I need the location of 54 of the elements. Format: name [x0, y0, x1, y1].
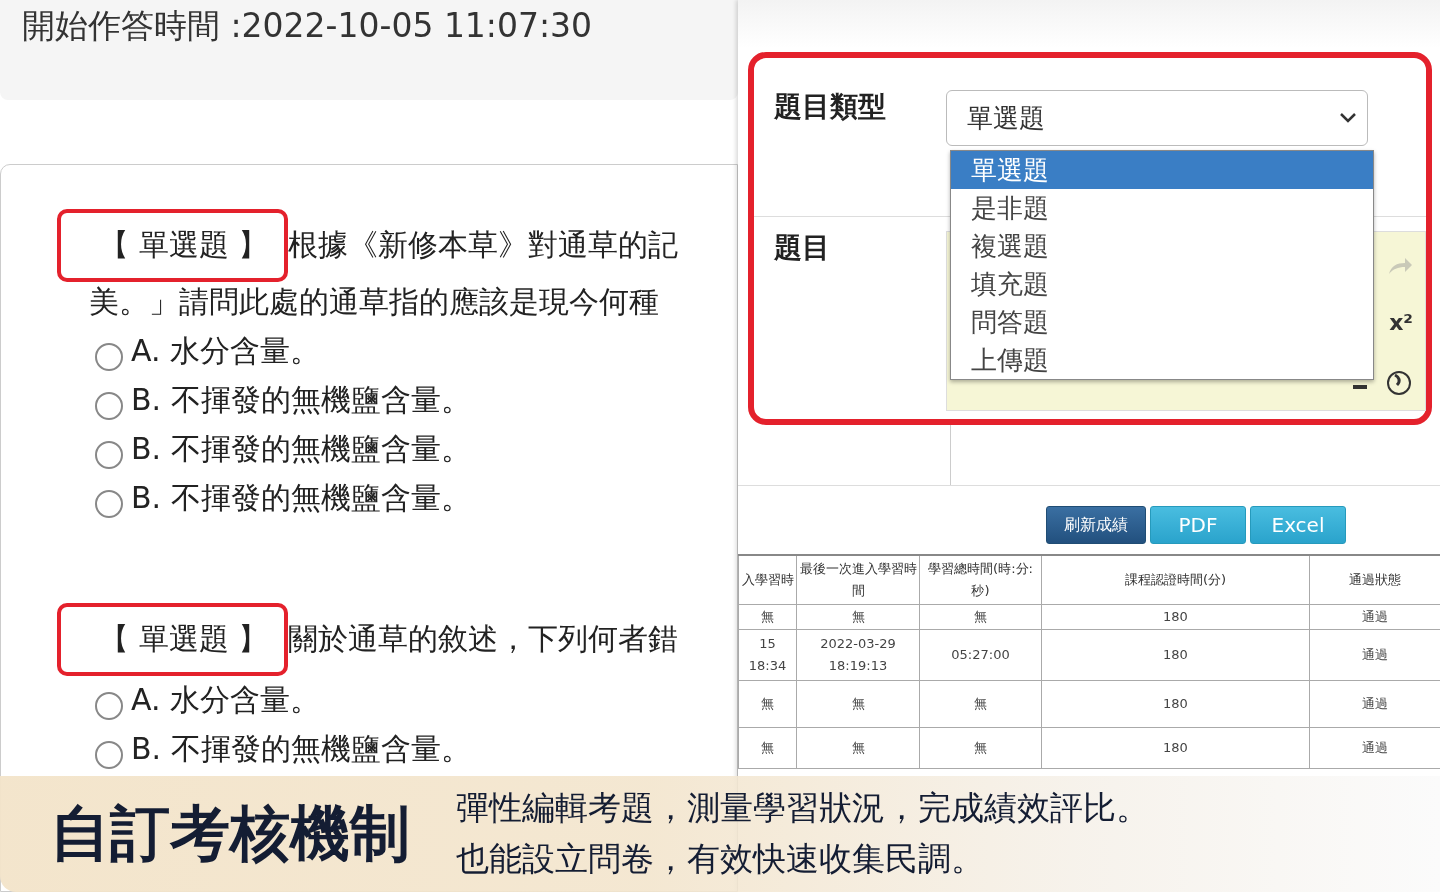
option-label: B. 不揮發的無機鹽含量。 — [131, 479, 471, 517]
radio-button[interactable] — [95, 489, 123, 518]
option-label: B. 不揮發的無機鹽含量。 — [131, 730, 471, 768]
banner-text: 彈性編輯考題，測量學習狀況，完成績效評比。 — [456, 787, 1149, 829]
export-button[interactable]: 刷新成績 — [1046, 506, 1146, 544]
option-label: B. 不揮發的無機鹽含量。 — [131, 381, 471, 419]
column-header: 課程認證時間(分) — [1041, 555, 1310, 605]
start-time-text: 開始作答時間 :2022-10-05 11:07:30 — [22, 5, 594, 47]
option-label: A. 水分含量。 — [131, 681, 321, 719]
radio-button[interactable] — [95, 440, 123, 469]
radio-button[interactable] — [95, 740, 123, 769]
radio-button[interactable] — [95, 342, 123, 371]
question-text: 關於通草的敘述，下列何者錯 — [288, 620, 679, 658]
column-header: 學習總時間(時:分:秒) — [919, 555, 1042, 605]
dropdown-option[interactable]: 問答題 — [951, 303, 1373, 341]
table-cell: 05:27:00 — [919, 629, 1042, 681]
chevron-down-icon — [1339, 112, 1357, 124]
question-type-label: 題目類型 — [774, 89, 887, 125]
table-cell: 2022-03-29 18:19:13 — [796, 629, 920, 681]
table-cell: 180 — [1041, 680, 1310, 728]
column-header: 通過狀態 — [1309, 555, 1440, 605]
dropdown-option[interactable]: 上傳題 — [951, 341, 1373, 379]
table-cell: 無 — [919, 680, 1042, 728]
table-cell: 無 — [796, 604, 920, 630]
question-type-select[interactable]: 單選題 — [946, 90, 1368, 146]
table-cell: 無 — [738, 604, 797, 630]
table-cell: 無 — [919, 604, 1042, 630]
question-type-tag: 【 單選題 】 — [57, 603, 289, 676]
table-cell: 15 18:34 — [738, 629, 797, 681]
banner-title: 自訂考核機制 — [50, 796, 410, 870]
table-cell: 無 — [796, 680, 920, 728]
banner-text: 也能設立問卷，有效快速收集民調。 — [456, 838, 985, 880]
radio-button[interactable] — [95, 691, 123, 720]
question-text: 美。」請問此處的通草指的應該是現今何種 — [88, 283, 660, 321]
question-label: 題目 — [774, 230, 831, 266]
column-header: 入學習時 — [738, 555, 797, 605]
radio-button[interactable] — [95, 391, 123, 420]
table-cell: 180 — [1041, 604, 1310, 630]
column-header: 最後一次進入學習時間 — [796, 555, 920, 605]
table-cell: 無 — [919, 727, 1042, 769]
table-cell: 無 — [738, 727, 797, 769]
superscript-tool[interactable]: x² — [1389, 310, 1413, 335]
table-cell: 180 — [1041, 629, 1310, 681]
option-label: B. 不揮發的無機鹽含量。 — [131, 430, 471, 468]
dropdown-option[interactable]: 單選題 — [951, 151, 1373, 189]
table-cell: 180 — [1041, 727, 1310, 769]
dropdown-option[interactable]: 填充題 — [951, 265, 1373, 303]
dropdown-option[interactable]: 是非題 — [951, 189, 1373, 227]
table-cell: 無 — [738, 680, 797, 728]
option-label: A. 水分含量。 — [131, 332, 321, 370]
question-text: 根據《新修本草》對通草的記 — [288, 226, 679, 264]
question-type-tag: 【 單選題 】 — [57, 209, 289, 282]
table-cell: 無 — [796, 727, 920, 769]
dropdown-option[interactable]: 複選題 — [951, 227, 1373, 265]
